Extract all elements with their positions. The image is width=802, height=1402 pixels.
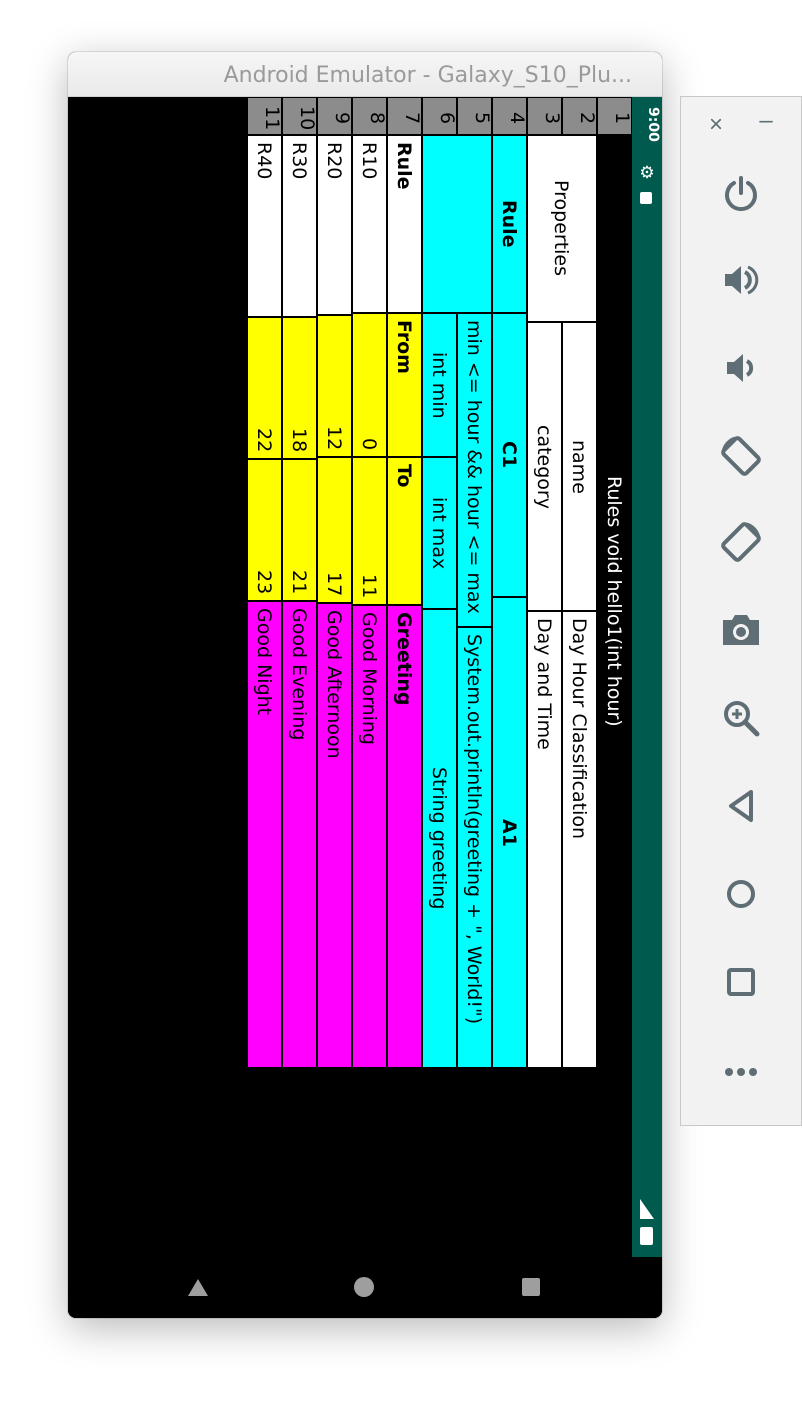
row-header-7[interactable]: 7 xyxy=(387,97,422,135)
overview-icon xyxy=(727,968,755,996)
rotate-right-icon xyxy=(721,522,761,562)
greeting-cell[interactable]: Good Evening xyxy=(282,601,317,1068)
back-button[interactable] xyxy=(710,775,772,837)
from-cell[interactable]: 22 xyxy=(247,317,282,459)
to-cell[interactable]: 17 xyxy=(317,457,352,603)
greeting-cell[interactable]: Good Night xyxy=(247,601,282,1068)
param-max[interactable]: int max xyxy=(422,457,457,609)
from-cell[interactable]: 0 xyxy=(352,313,387,457)
gear-icon: ⚙ xyxy=(639,163,655,182)
emulator-toolbar: × – xyxy=(680,96,802,1126)
column-title-greeting[interactable]: Greeting xyxy=(387,605,422,1068)
rule-id-cell[interactable]: R10 xyxy=(352,135,387,313)
minimize-icon[interactable]: – xyxy=(751,107,781,135)
row-header-6[interactable]: 6 xyxy=(422,97,457,135)
param-min[interactable]: int min xyxy=(422,313,457,457)
rule-header[interactable]: Rule xyxy=(492,135,527,313)
status-time: 9:00 xyxy=(645,107,661,142)
home-icon xyxy=(727,880,755,908)
row-header-10[interactable]: 10 xyxy=(282,97,317,135)
properties-label[interactable]: Properties xyxy=(527,135,597,322)
volume-up-button[interactable] xyxy=(710,249,772,311)
power-icon xyxy=(725,176,757,212)
power-button[interactable] xyxy=(710,163,772,225)
row-header-3[interactable]: 3 xyxy=(527,97,562,135)
column-title-rule[interactable]: Rule xyxy=(387,135,422,313)
zoom-icon xyxy=(724,701,760,737)
row-header-8[interactable]: 8 xyxy=(352,97,387,135)
emulator-window: Android Emulator - Galaxy_S10_Plu... 1 R… xyxy=(68,52,662,1318)
rule-header-span xyxy=(422,135,492,313)
back-icon[interactable] xyxy=(188,1279,208,1296)
volume-down-icon xyxy=(727,354,754,382)
to-cell[interactable]: 11 xyxy=(352,457,387,605)
rotate-left-icon xyxy=(721,436,761,476)
row-header-5[interactable]: 5 xyxy=(457,97,492,135)
row-header-1[interactable]: 1 xyxy=(597,97,632,135)
property-category-key[interactable]: category xyxy=(527,322,562,611)
rule-id-cell[interactable]: R20 xyxy=(317,135,352,315)
window-title: Android Emulator - Galaxy_S10_Plu... xyxy=(223,63,632,88)
rule-id-cell[interactable]: R30 xyxy=(282,135,317,317)
close-icon[interactable]: × xyxy=(701,111,731,139)
battery-icon xyxy=(640,1227,653,1245)
back-icon xyxy=(729,790,753,822)
navigation-bar xyxy=(68,1257,662,1318)
rules-spreadsheet: 1 Rules void hello1(int hour) 2 Properti… xyxy=(247,97,632,1068)
rule-id-cell[interactable]: R40 xyxy=(247,135,282,317)
from-cell[interactable]: 18 xyxy=(282,317,317,459)
more-icon xyxy=(725,1068,757,1076)
property-name-key[interactable]: name xyxy=(562,322,597,611)
home-button[interactable] xyxy=(710,863,772,925)
recents-icon[interactable] xyxy=(522,1278,540,1296)
condition-expression[interactable]: min <= hour && hour <= max xyxy=(457,313,492,627)
column-title-to[interactable]: To xyxy=(387,457,422,605)
to-cell[interactable]: 23 xyxy=(247,459,282,601)
row-header-9[interactable]: 9 xyxy=(317,97,352,135)
rotate-right-button[interactable] xyxy=(710,511,772,573)
condition-c1-header[interactable]: C1 xyxy=(492,313,527,597)
from-cell[interactable]: 12 xyxy=(317,315,352,457)
property-category-value[interactable]: Day and Time xyxy=(527,611,562,1068)
overview-button[interactable] xyxy=(710,951,772,1013)
zoom-button[interactable] xyxy=(710,687,772,749)
status-bar: 9:00 ⚙ xyxy=(632,97,662,1257)
column-title-from[interactable]: From xyxy=(387,313,422,457)
device-screen[interactable]: 1 Rules void hello1(int hour) 2 Properti… xyxy=(68,97,662,1318)
row-header-2[interactable]: 2 xyxy=(562,97,597,135)
camera-icon xyxy=(723,615,759,645)
more-button[interactable] xyxy=(710,1041,772,1103)
property-name-value[interactable]: Day Hour Classification xyxy=(562,611,597,1068)
greeting-cell[interactable]: Good Morning xyxy=(352,605,387,1068)
row-header-11[interactable]: 11 xyxy=(247,97,282,135)
home-icon[interactable] xyxy=(354,1277,374,1297)
action-a1-header[interactable]: A1 xyxy=(492,597,527,1068)
action-expression[interactable]: System.out.println(greeting + ", World!"… xyxy=(457,627,492,1068)
table-title[interactable]: Rules void hello1(int hour) xyxy=(597,135,632,1068)
param-greeting[interactable]: String greeting xyxy=(422,609,457,1068)
row-header-4[interactable]: 4 xyxy=(492,97,527,135)
title-bar[interactable]: Android Emulator - Galaxy_S10_Plu... xyxy=(68,52,662,97)
notification-icon xyxy=(640,192,652,204)
to-cell[interactable]: 21 xyxy=(282,459,317,601)
rotate-left-button[interactable] xyxy=(710,425,772,487)
greeting-cell[interactable]: Good Afternoon xyxy=(317,603,352,1068)
signal-icon xyxy=(640,1199,654,1219)
screenshot-button[interactable] xyxy=(710,599,772,661)
volume-up-icon xyxy=(725,265,759,295)
volume-down-button[interactable] xyxy=(710,337,772,399)
